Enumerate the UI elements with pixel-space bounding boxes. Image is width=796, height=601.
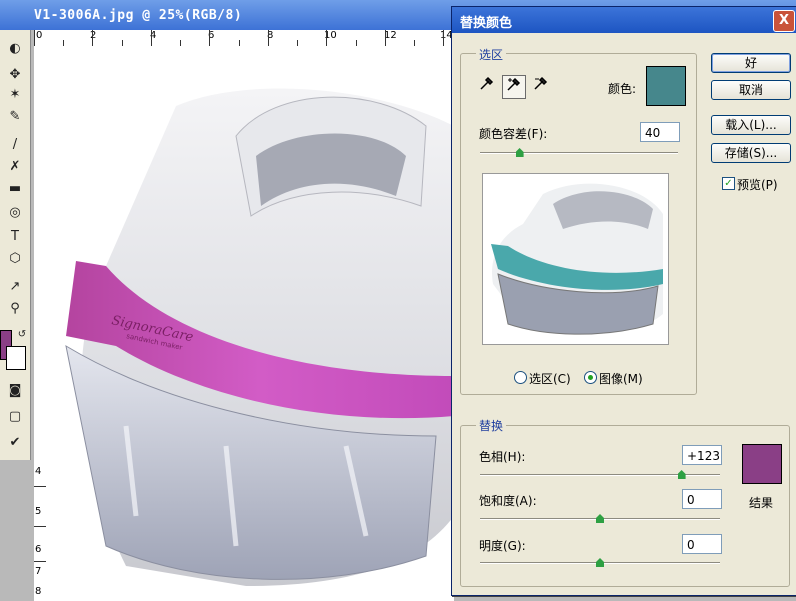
background-color-swatch[interactable] bbox=[6, 346, 26, 370]
document-title: V1-3006A.jpg @ 25%(RGB/8) bbox=[34, 8, 243, 23]
ruler-label: 5 bbox=[35, 506, 42, 517]
ruler-label: 0 bbox=[36, 30, 43, 41]
brush-tool-icon[interactable]: / bbox=[5, 136, 25, 154]
ok-button[interactable]: 好 bbox=[711, 53, 791, 73]
color-label: 颜色: bbox=[608, 82, 637, 96]
selection-color-swatch[interactable] bbox=[646, 66, 686, 106]
cancel-button[interactable]: 取消 bbox=[711, 80, 791, 100]
type-tool-icon[interactable]: T bbox=[5, 228, 25, 246]
swap-colors-icon[interactable]: ↺ bbox=[12, 326, 32, 344]
lightness-label: 明度(G): bbox=[479, 539, 526, 553]
replace-group-label: 替换 bbox=[476, 417, 507, 434]
document-canvas[interactable]: SignoraCare sandwich maker bbox=[46, 46, 454, 601]
jump-to-imageready-icon[interactable]: ✔ bbox=[5, 434, 25, 452]
load-button[interactable]: 载入(L)... bbox=[711, 115, 791, 135]
product-image: SignoraCare sandwich maker bbox=[65, 88, 454, 586]
screen-mode-icon[interactable]: ▢ bbox=[5, 408, 25, 426]
dodge-tool-icon[interactable]: ◎ bbox=[5, 204, 25, 222]
result-color-swatch[interactable] bbox=[742, 444, 782, 484]
ruler-label: 4 bbox=[35, 466, 42, 477]
saturation-label: 饱和度(A): bbox=[479, 494, 537, 508]
ruler-label: 6 bbox=[35, 544, 42, 555]
gradient-tool-icon[interactable]: ▬ bbox=[5, 180, 25, 198]
preview-image bbox=[491, 183, 663, 335]
brush-preview-icon[interactable]: ◐ bbox=[5, 40, 25, 58]
selection-preview bbox=[482, 173, 669, 345]
radio-image-label: 图像(M) bbox=[599, 372, 643, 386]
dialog-title-bar[interactable]: 替换颜色 X bbox=[452, 7, 796, 33]
fuzziness-input[interactable]: 40 bbox=[640, 122, 680, 142]
hue-input[interactable]: +123 bbox=[682, 445, 722, 465]
preview-label: 预览(P) bbox=[737, 178, 778, 192]
magic-wand-tool-icon[interactable]: ✶ bbox=[5, 86, 25, 104]
lightness-input[interactable]: 0 bbox=[682, 534, 722, 554]
close-button[interactable]: X bbox=[773, 10, 795, 32]
eyedropper-plus-icon[interactable] bbox=[502, 75, 526, 99]
ruler-label: 2 bbox=[90, 30, 97, 41]
quick-mask-icon[interactable]: ◙ bbox=[5, 382, 25, 400]
tools-panel: ◐ ✥ ✶ ✎ / ✗ ▬ ◎ T ⬡ ↗ ⚲ ↺ ◙ ▢ ✔ bbox=[0, 30, 31, 460]
saturation-input[interactable]: 0 bbox=[682, 489, 722, 509]
ruler-label: 7 bbox=[35, 566, 42, 577]
move-tool-icon[interactable]: ✥ bbox=[5, 66, 25, 84]
preview-checkbox[interactable]: ✓ bbox=[722, 177, 735, 190]
eyedropper-minus-icon[interactable] bbox=[530, 75, 552, 97]
history-brush-icon[interactable]: ✗ bbox=[5, 158, 25, 176]
replace-color-dialog: 替换颜色 X 选区 颜色: 颜色容差(F): 40 选区(C) 图像(M) 好 … bbox=[451, 6, 796, 596]
radio-selection-label: 选区(C) bbox=[529, 372, 571, 386]
ruler-horizontal[interactable]: 0 2 4 6 8 10 12 14 bbox=[34, 30, 454, 47]
dialog-title: 替换颜色 bbox=[460, 16, 513, 31]
save-button[interactable]: 存储(S)... bbox=[711, 143, 791, 163]
fuzziness-slider-track[interactable] bbox=[480, 152, 678, 154]
zoom-tool-icon[interactable]: ⚲ bbox=[5, 300, 25, 318]
radio-image[interactable] bbox=[584, 371, 597, 384]
hue-label: 色相(H): bbox=[479, 450, 526, 464]
eyedropper-tool-icon[interactable]: ↗ bbox=[5, 278, 25, 296]
result-label: 结果 bbox=[749, 496, 774, 510]
eyedropper-icon[interactable] bbox=[476, 75, 498, 97]
selection-group-label: 选区 bbox=[476, 46, 507, 63]
radio-selection[interactable] bbox=[514, 371, 527, 384]
shape-tool-icon[interactable]: ⬡ bbox=[5, 250, 25, 268]
healing-tool-icon[interactable]: ✎ bbox=[5, 108, 25, 126]
fuzziness-label: 颜色容差(F): bbox=[479, 127, 548, 141]
ruler-label: 8 bbox=[35, 586, 42, 597]
